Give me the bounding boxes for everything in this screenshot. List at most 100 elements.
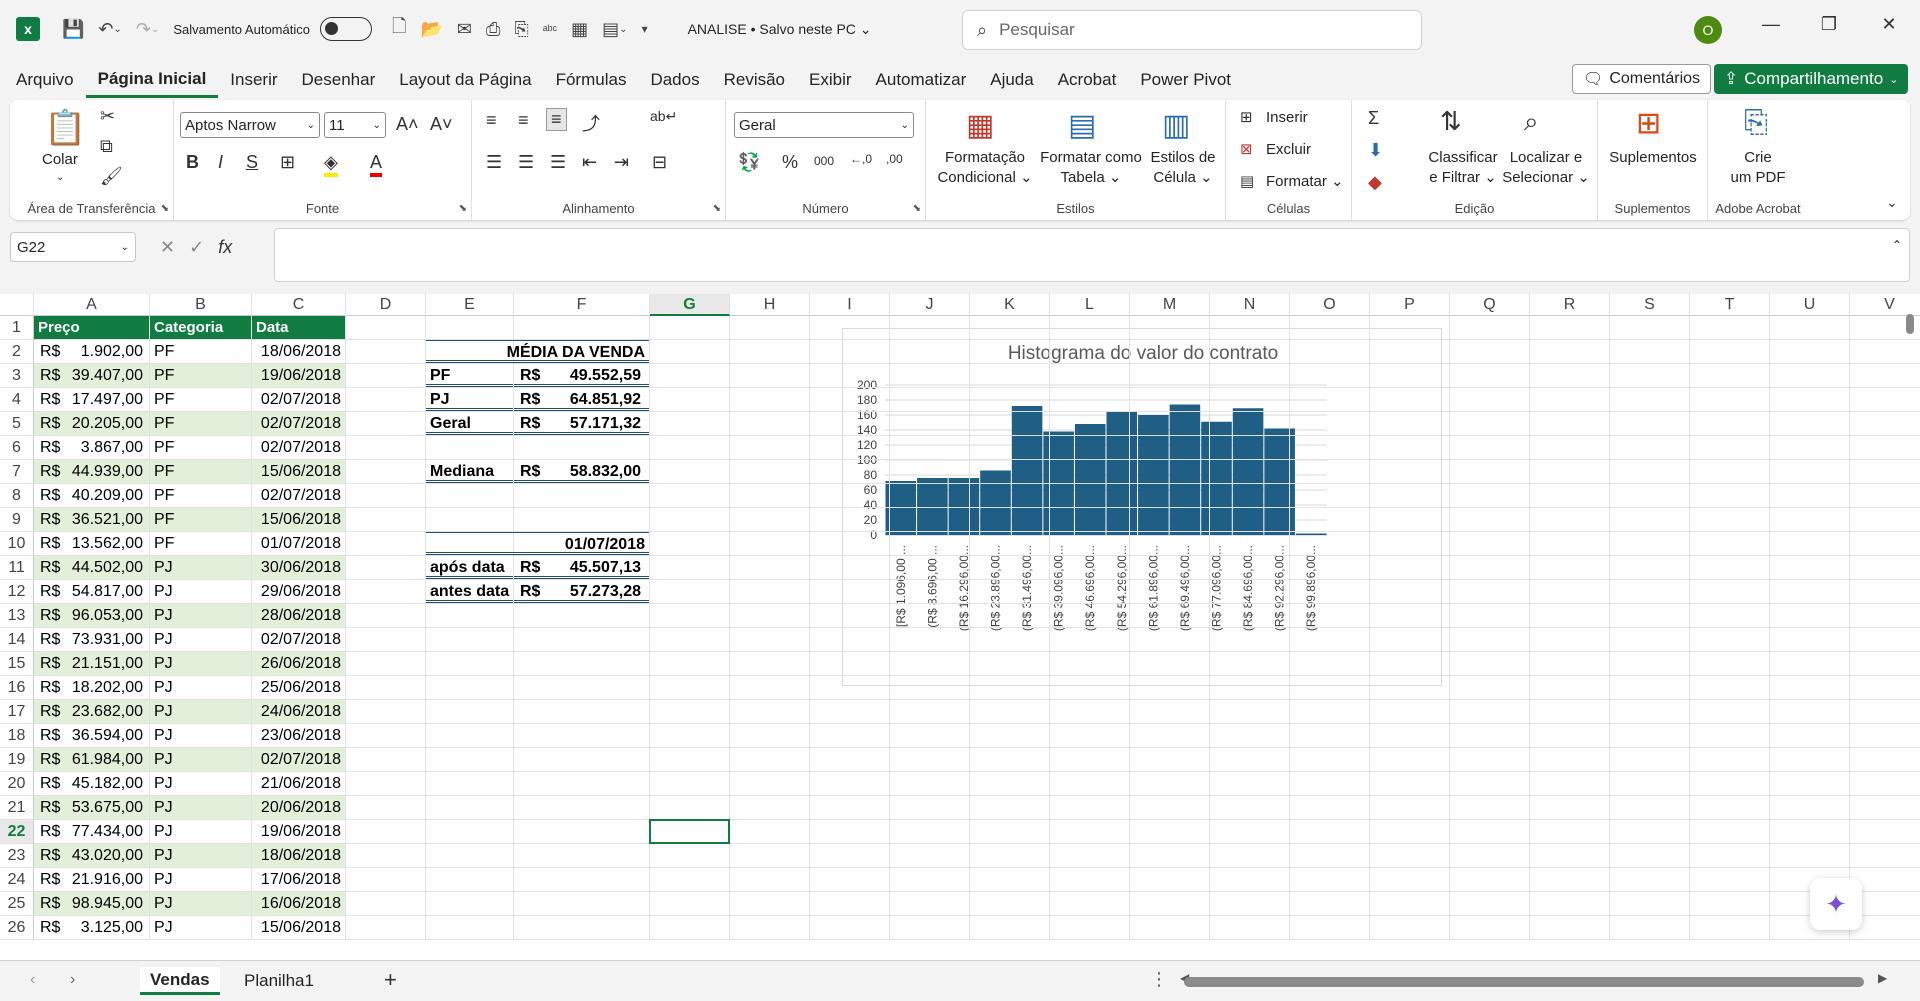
spreadsheet-grid[interactable]: Histograma do valor do contrato 200 180 16…	[0, 294, 1920, 960]
conditional-format-button[interactable]: Formatação Condicional ⌄	[930, 148, 1040, 188]
price-cell[interactable]: R$ 39.407,00	[34, 364, 149, 387]
row-header-6[interactable]: 6	[0, 436, 34, 460]
menu-item-power-pivot[interactable]: Power Pivot	[1128, 62, 1243, 98]
column-header-r[interactable]: R	[1530, 294, 1610, 316]
category-cell[interactable]: PJ	[150, 700, 251, 723]
price-cell[interactable]: R$ 43.020,00	[34, 844, 149, 867]
restore-icon[interactable]: ❐	[1814, 14, 1844, 35]
open-folder-icon[interactable]: 📂	[420, 13, 442, 45]
category-cell[interactable]: PJ	[150, 916, 251, 939]
category-cell[interactable]: PF	[150, 388, 251, 411]
date-cell[interactable]: 02/07/2018	[252, 436, 345, 459]
stats-mediana-label[interactable]: Mediana	[426, 460, 513, 483]
table-dropdown-icon[interactable]: ⌄	[619, 13, 627, 45]
price-cell[interactable]: R$ 61.984,00	[34, 748, 149, 771]
price-cell[interactable]: R$ 44.939,00	[34, 460, 149, 483]
date-cell[interactable]: 30/06/2018	[252, 556, 345, 579]
date-cell[interactable]: 02/07/2018	[252, 412, 345, 435]
expand-formula-icon[interactable]: ⌃	[1892, 238, 1902, 252]
enter-icon[interactable]: ✓	[189, 237, 204, 258]
column-header-l[interactable]: L	[1050, 294, 1130, 316]
column-header-s[interactable]: S	[1610, 294, 1690, 316]
price-cell[interactable]: R$ 54.817,00	[34, 580, 149, 603]
decrease-decimal-icon[interactable]: ,00	[886, 152, 903, 166]
name-box[interactable]: G22 ⌄	[10, 232, 136, 262]
column-header-h[interactable]: H	[730, 294, 810, 316]
stats-pf-value-cell[interactable]: R$ 49.552,59	[514, 364, 649, 387]
increase-decimal-icon[interactable]: ←,0	[850, 152, 872, 166]
format-painter-icon[interactable]: 🖌	[100, 166, 123, 187]
price-cell[interactable]: R$ 53.675,00	[34, 796, 149, 819]
row-header-14[interactable]: 14	[0, 628, 34, 652]
category-cell[interactable]: PJ	[150, 748, 251, 771]
date-cell[interactable]: 23/06/2018	[252, 724, 345, 747]
collapse-ribbon-icon[interactable]: ⌄	[1886, 194, 1898, 211]
price-cell[interactable]: R$ 3.867,00	[34, 436, 149, 459]
row-header-4[interactable]: 4	[0, 388, 34, 412]
document-title[interactable]: ANALISE • Salvo neste PC ⌄	[688, 21, 872, 38]
undo-dropdown-icon[interactable]: ⌄	[114, 13, 122, 45]
align-right-icon[interactable]: ☰	[550, 152, 566, 173]
price-cell[interactable]: R$ 44.502,00	[34, 556, 149, 579]
undo-icon[interactable]: ↶	[98, 13, 113, 45]
category-cell[interactable]: PF	[150, 436, 251, 459]
row-header-16[interactable]: 16	[0, 676, 34, 700]
stats-pf-label[interactable]: PF	[426, 364, 513, 387]
row-header-3[interactable]: 3	[0, 364, 34, 388]
borders-icon[interactable]: ⊞	[280, 152, 295, 173]
scroll-right-icon[interactable]: ▶	[1878, 971, 1887, 985]
row-header-22[interactable]: 22	[0, 820, 34, 844]
search-input[interactable]: ⌕ Pesquisar	[962, 10, 1422, 50]
copy-icon[interactable]: ⧉	[100, 136, 113, 157]
table-header-c[interactable]: Data	[252, 316, 345, 339]
horizontal-scrollbar[interactable]	[1184, 977, 1864, 987]
menu-item-arquivo[interactable]: Arquivo	[4, 62, 86, 98]
category-cell[interactable]: PF	[150, 484, 251, 507]
currency-icon[interactable]: 💱	[738, 152, 760, 173]
category-cell[interactable]: PJ	[150, 628, 251, 651]
stats-pj-value-cell[interactable]: R$ 64.851,92	[514, 388, 649, 411]
row-header-17[interactable]: 17	[0, 700, 34, 724]
comments-button[interactable]: 🗨 Comentários	[1572, 64, 1712, 94]
number-format-select[interactable]: Geral ⌄	[734, 112, 914, 138]
row-header-2[interactable]: 2	[0, 340, 34, 364]
category-cell[interactable]: PJ	[150, 604, 251, 627]
category-cell[interactable]: PJ	[150, 556, 251, 579]
stats-antes-label[interactable]: antes data	[426, 580, 513, 603]
insert-cells-button[interactable]: Inserir	[1266, 108, 1308, 128]
save-icon[interactable]: 💾	[62, 13, 84, 45]
date-cell[interactable]: 28/06/2018	[252, 604, 345, 627]
row-header-13[interactable]: 13	[0, 604, 34, 628]
price-cell[interactable]: R$ 45.182,00	[34, 772, 149, 795]
price-cell[interactable]: R$ 36.521,00	[34, 508, 149, 531]
price-cell[interactable]: R$ 73.931,00	[34, 628, 149, 651]
more-options-icon[interactable]: ⋮	[1150, 969, 1168, 990]
column-header-m[interactable]: M	[1130, 294, 1210, 316]
vertical-scrollbar[interactable]	[1906, 314, 1914, 334]
stats-geral-label[interactable]: Geral	[426, 412, 513, 435]
cut-icon[interactable]: ✂	[100, 106, 115, 127]
row-header-15[interactable]: 15	[0, 652, 34, 676]
column-header-u[interactable]: U	[1770, 294, 1850, 316]
date-cell[interactable]: 02/07/2018	[252, 388, 345, 411]
row-header-25[interactable]: 25	[0, 892, 34, 916]
stats-date[interactable]: 01/07/2018	[426, 532, 649, 555]
menu-item-desenhar[interactable]: Desenhar	[290, 62, 388, 98]
column-header-q[interactable]: Q	[1450, 294, 1530, 316]
date-cell[interactable]: 02/07/2018	[252, 484, 345, 507]
cell-styles-button[interactable]: Estilos de Célula ⌄	[1146, 148, 1220, 188]
redo-dropdown-icon[interactable]: ⌄	[151, 13, 159, 45]
prev-sheet-icon[interactable]: ‹	[30, 971, 35, 989]
date-cell[interactable]: 02/07/2018	[252, 748, 345, 771]
pdf-icon[interactable]: ⎘	[514, 13, 528, 45]
price-cell[interactable]: R$ 21.151,00	[34, 652, 149, 675]
spelling-icon[interactable]: ᵃᵇᶜ	[543, 13, 557, 45]
column-header-i[interactable]: I	[810, 294, 890, 316]
column-header-t[interactable]: T	[1690, 294, 1770, 316]
stats-apos-value-cell[interactable]: R$ 45.507,13	[514, 556, 649, 579]
date-cell[interactable]: 02/07/2018	[252, 628, 345, 651]
align-bottom-icon[interactable]: ≡	[546, 108, 567, 131]
date-cell[interactable]: 19/06/2018	[252, 364, 345, 387]
date-cell[interactable]: 26/06/2018	[252, 652, 345, 675]
menu-item-exibir[interactable]: Exibir	[797, 62, 864, 98]
